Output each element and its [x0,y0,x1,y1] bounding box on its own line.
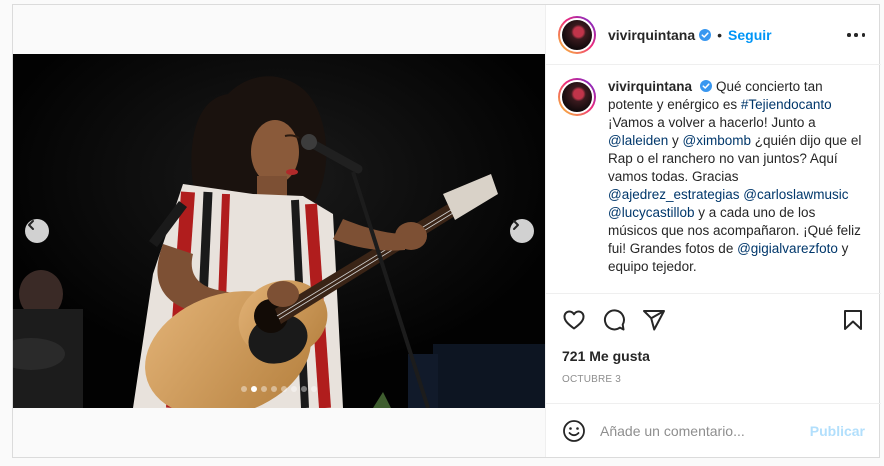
caption-username[interactable]: vivirquintana [608,79,692,94]
carousel-dot [301,386,307,392]
carousel-dot [261,386,267,392]
username-link[interactable]: vivirquintana [608,27,695,43]
caption-text: Qué concierto tan potente y enérgico es … [608,79,861,274]
caption-section: vivirquintana Qué concierto tan potente y… [546,66,881,293]
next-photo-button[interactable] [510,219,534,243]
carousel-dot [251,386,257,392]
post-photo[interactable] [13,54,545,408]
verified-badge-icon [699,28,712,41]
instagram-post: vivirquintana • Seguir vivirquintana Qué … [12,4,881,458]
comment-bubble-icon[interactable] [602,308,626,332]
separator-dot: • [717,26,723,43]
mention-link[interactable]: @ajedrez_estrategias [608,187,740,202]
post-media [13,5,545,457]
bookmark-icon[interactable] [841,308,865,332]
comment-input[interactable] [600,422,802,439]
publish-button[interactable]: Publicar [810,423,865,439]
profile-picture [560,17,594,52]
carousel-dot [281,386,287,392]
emoji-smile-icon[interactable] [562,419,586,443]
post-header: vivirquintana • Seguir [546,5,881,65]
comment-bar: Publicar [546,403,881,457]
action-bar [546,293,881,345]
carousel-dot [241,386,247,392]
concert-photo [13,54,545,408]
verified-badge-icon [700,80,713,92]
mention-link[interactable]: @gigialvarezfoto [737,241,838,256]
mention-link[interactable]: @laleiden [608,133,668,148]
heart-icon[interactable] [562,308,586,332]
hashtag-link[interactable]: #Tejiendocanto [741,97,832,112]
mention-link[interactable]: @carloslawmusic [743,187,848,202]
post-date[interactable]: Octubre 3 [562,374,621,385]
carousel-dot [311,386,317,392]
mention-link[interactable]: @lucycastillob [608,205,694,220]
likes-count[interactable]: 721 Me gusta [562,348,650,364]
follow-button[interactable]: Seguir [728,27,772,43]
avatar[interactable] [558,15,596,54]
more-options-icon[interactable] [847,27,865,43]
post-caption: vivirquintana Qué concierto tan potente y… [608,78,863,293]
chevron-left-icon [28,220,34,230]
profile-picture [560,80,594,114]
caption-text-segment: y [668,133,683,148]
chevron-right-icon [513,220,519,230]
previous-photo-button[interactable] [25,219,49,243]
caption-avatar[interactable] [558,78,596,116]
post-sidebar: vivirquintana • Seguir vivirquintana Qué … [545,5,881,457]
paper-plane-icon[interactable] [642,308,666,332]
mention-link[interactable]: @ximbomb [683,133,751,148]
carousel-dot [271,386,277,392]
caption-text-segment: ¡Vamos a volver a hacerlo! Junto a [608,115,816,130]
carousel-indicator [13,386,545,392]
carousel-dot [291,386,297,392]
